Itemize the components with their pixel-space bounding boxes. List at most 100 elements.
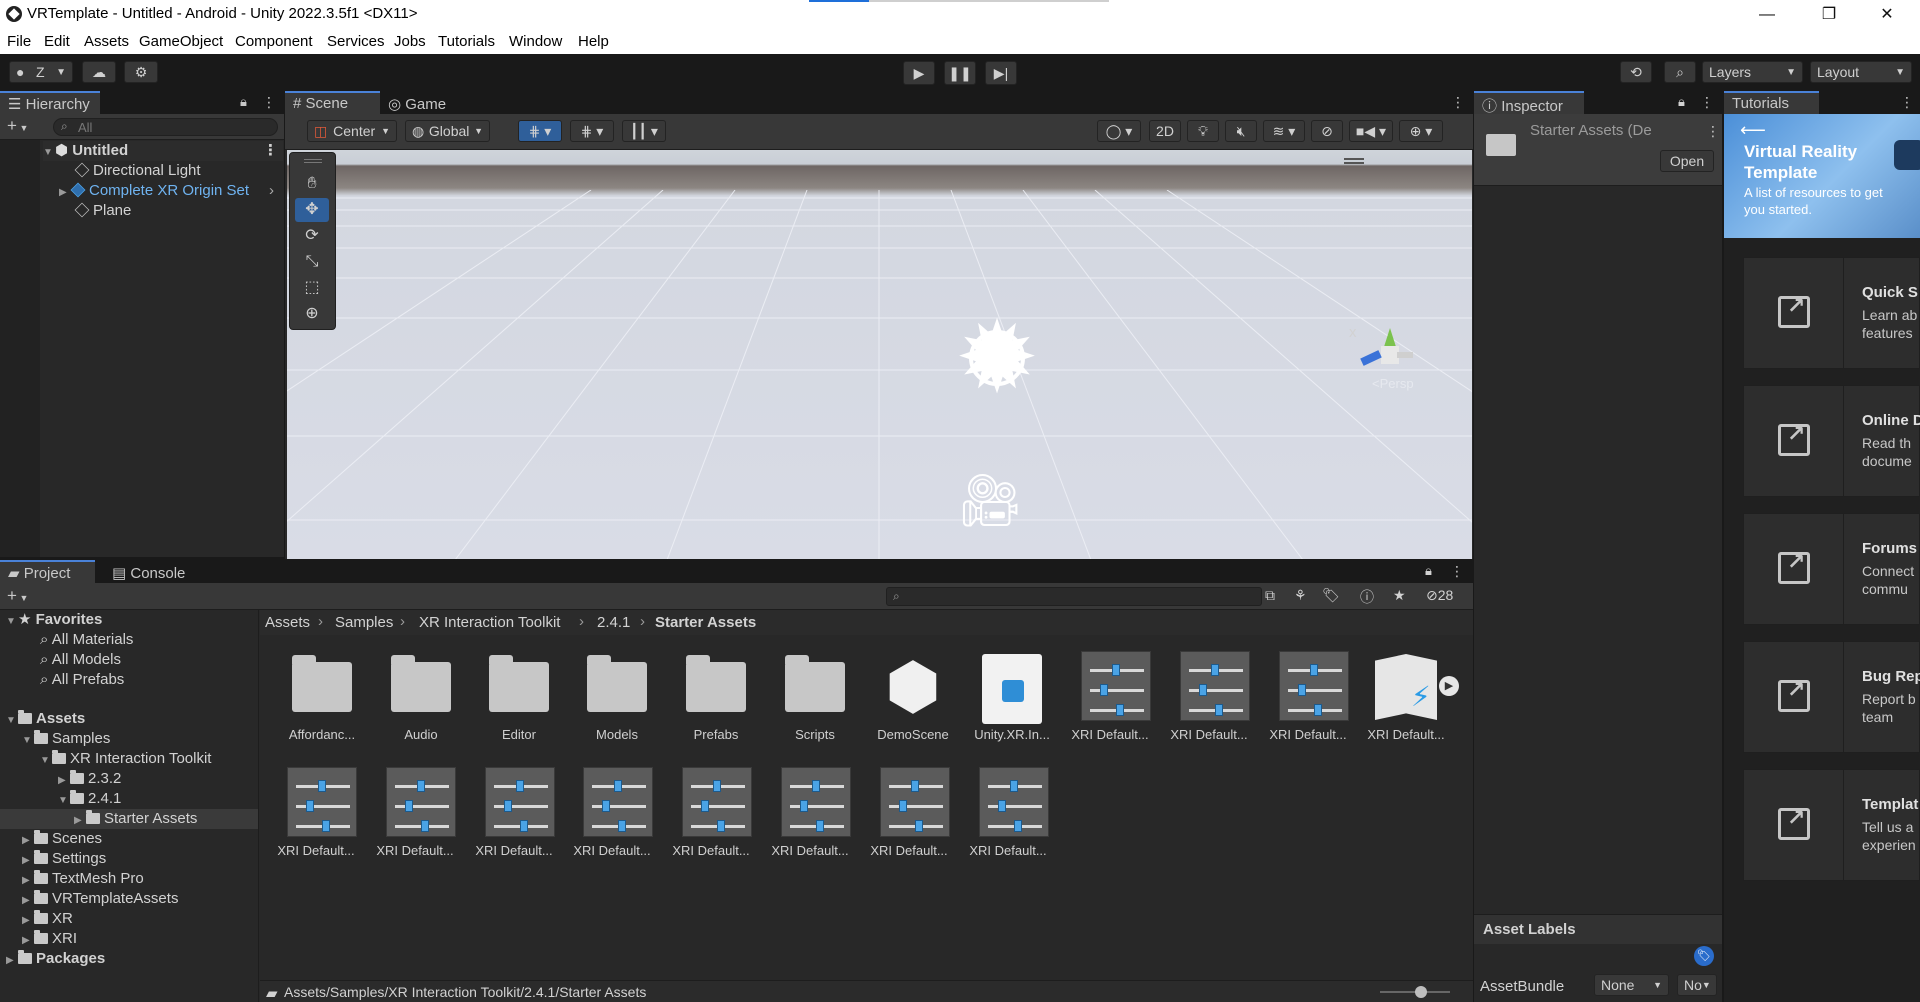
play-button[interactable]: ▶ [903, 61, 935, 85]
tab-inspector[interactable]: ⓘ Inspector [1474, 91, 1584, 115]
asset-xri-default-preset[interactable]: XRI Default... [271, 766, 361, 866]
breadcrumb-item[interactable]: Samples [335, 614, 393, 631]
asset-demoscene[interactable]: ⬢ DemoScene [868, 650, 958, 750]
tab-game[interactable]: ◎ Game [380, 91, 470, 114]
menu-jobs[interactable]: Jobs [394, 33, 426, 50]
folder-textmesh-pro[interactable]: ▶ TextMesh Pro [22, 869, 144, 889]
space-dropdown[interactable]: ◍ Global ▼ [405, 120, 490, 142]
folder-samples[interactable]: ▼ Samples [22, 729, 110, 749]
zoom-slider-handle[interactable] [1415, 986, 1427, 998]
hand-tool-icon[interactable]: ✋︎ [295, 172, 329, 196]
menu-services[interactable]: Services [327, 33, 385, 50]
inspector-header-menu-icon[interactable]: ⋮ [1706, 124, 1720, 140]
search-by-type-icon[interactable]: ⧉ [1265, 587, 1275, 604]
asset-xri-default-preset[interactable]: XRI Default... [567, 766, 657, 866]
camera-button[interactable]: ■◀ ▾ [1349, 120, 1393, 142]
asset-xri-default-preset[interactable]: XRI Default... [963, 766, 1053, 866]
tab-scene[interactable]: # Scene [285, 91, 380, 114]
tutorial-card-quick-start[interactable]: Quick S Learn ab features [1743, 257, 1920, 369]
open-button[interactable]: Open [1660, 150, 1714, 172]
filter-label-icon[interactable]: 🏷︎ [1322, 587, 1340, 604]
toggle-2d-button[interactable]: 2D [1149, 120, 1181, 142]
layers-dropdown[interactable]: Layers ▼ [1702, 61, 1803, 83]
folder-xri[interactable]: ▶ XRI [22, 929, 77, 949]
chevron-right-icon[interactable]: › [269, 181, 274, 201]
effects-button[interactable]: ≋ ▾ [1263, 120, 1305, 142]
folder-xr-interaction-toolkit[interactable]: ▼ XR Interaction Toolkit [40, 749, 211, 769]
expand-asset-arrow-icon[interactable]: ▶ [1439, 676, 1459, 696]
scene-menu-icon[interactable]: ⋮ [263, 141, 278, 161]
asset-folder-prefabs[interactable]: Prefabs [671, 650, 761, 750]
breadcrumb-item[interactable]: 2.4.1 [597, 614, 630, 631]
create-asset-button[interactable]: + ▼ [7, 586, 28, 606]
hierarchy-menu-icon[interactable]: ⋮ [262, 95, 276, 111]
menu-component[interactable]: Component [235, 33, 313, 50]
lock-icon[interactable]: 🔒︎ [1425, 563, 1432, 579]
ruler-button[interactable]: ┃┃ ▾ [622, 120, 666, 142]
scene-root[interactable]: ▼ ⬢ Untitled ⋮ [43, 141, 283, 161]
folder-scenes[interactable]: ▶ Scenes [22, 829, 102, 849]
inspector-menu-icon[interactable]: ⋮ [1700, 95, 1714, 111]
hierarchy-item-directional-light[interactable]: Directional Light [74, 161, 201, 181]
asset-folder-editor[interactable]: Editor [474, 650, 564, 750]
cloud-button[interactable]: ☁ [82, 61, 116, 83]
zoom-slider-track[interactable] [1380, 986, 1450, 998]
asset-bundle-dropdown[interactable]: None ▼ [1594, 974, 1669, 996]
hidden-packages-button[interactable]: ⊘28 [1426, 587, 1453, 604]
folder-2-3-2[interactable]: ▶ 2.3.2 [58, 769, 121, 789]
asset-xri-default-input-actions[interactable]: ⚡︎ ▶ XRI Default... [1361, 650, 1459, 750]
shading-mode-button[interactable]: ◯ ▾ [1097, 120, 1141, 142]
asset-folder-models[interactable]: Models [572, 650, 662, 750]
folder-starter-assets[interactable]: ▶ Starter Assets [0, 809, 258, 829]
asset-xri-default-preset[interactable]: XRI Default... [1263, 650, 1353, 750]
back-arrow-icon[interactable]: ⟵ [1740, 120, 1766, 141]
orientation-gizmo[interactable] [1360, 328, 1413, 374]
folder-2-4-1[interactable]: ▼ 2.4.1 [58, 789, 121, 809]
asset-xri-default-preset[interactable]: XRI Default... [469, 766, 559, 866]
tab-tutorials[interactable]: Tutorials [1724, 91, 1819, 114]
search-button[interactable]: ⌕ [1664, 61, 1696, 83]
tutorials-menu-icon[interactable]: ⋮ [1900, 95, 1914, 111]
menu-tutorials[interactable]: Tutorials [438, 33, 495, 50]
asset-variant-dropdown[interactable]: No ▼ [1677, 974, 1717, 996]
favorite-all-prefabs[interactable]: ⌕ All Prefabs [40, 670, 124, 690]
lock-icon[interactable]: 🔒︎ [240, 94, 247, 110]
minimize-button[interactable]: — [1744, 2, 1790, 28]
menu-assets[interactable]: Assets [84, 33, 129, 50]
tab-console[interactable]: ▤ Console [104, 560, 204, 583]
asset-xri-default-preset[interactable]: XRI Default... [1164, 650, 1254, 750]
project-search-input[interactable]: ⌕ [886, 587, 1262, 606]
asset-folder-affordance[interactable]: Affordanc... [277, 650, 367, 750]
tutorial-card-template-feedback[interactable]: Templat Tell us a experien [1743, 769, 1920, 881]
asset-folder-audio[interactable]: Audio [376, 650, 466, 750]
filter-type-icon[interactable]: ⚘ [1294, 587, 1307, 604]
menu-edit[interactable]: Edit [44, 33, 70, 50]
log-icon[interactable]: ⓘ [1360, 587, 1374, 607]
camera-gizmo-icon[interactable]: 🎥︎ [957, 470, 1027, 530]
hierarchy-item-plane[interactable]: Plane [74, 201, 131, 221]
add-object-button[interactable]: + ▼ [7, 116, 28, 136]
overlay-handle-icon[interactable] [1344, 158, 1364, 164]
asset-xri-default-preset[interactable]: XRI Default... [1065, 650, 1155, 750]
audio-button[interactable]: 🔇︎ [1225, 120, 1257, 142]
asset-xri-default-preset[interactable]: XRI Default... [864, 766, 954, 866]
asset-xri-default-preset[interactable]: XRI Default... [666, 766, 756, 866]
scene-menu-icon[interactable]: ⋮ [1451, 95, 1465, 111]
tutorial-card-forums[interactable]: Forums Connect commu [1743, 513, 1920, 625]
scene-viewport[interactable]: ✹ 🎥︎ x <Persp [287, 150, 1472, 559]
overlay-handle-icon[interactable] [304, 159, 322, 163]
menu-file[interactable]: File [7, 33, 31, 50]
project-menu-icon[interactable]: ⋮ [1450, 564, 1464, 580]
visibility-button[interactable]: ⊘ [1311, 120, 1343, 142]
step-button[interactable]: ▶| [985, 61, 1017, 85]
history-button[interactable]: ⟲ [1620, 61, 1652, 83]
collab-button[interactable]: ⚙ [124, 61, 158, 83]
account-dropdown[interactable]: ● Z ▼ [9, 61, 73, 83]
hierarchy-search-input[interactable]: ⌕ All [53, 118, 278, 136]
pause-button[interactable]: ❚❚ [944, 61, 976, 85]
lighting-button[interactable]: 💡︎ [1187, 120, 1219, 142]
perspective-label[interactable]: <Persp [1372, 376, 1414, 391]
scale-tool-icon[interactable]: ⤡ [295, 250, 329, 274]
favorite-star-icon[interactable]: ★ [1393, 587, 1406, 604]
menu-help[interactable]: Help [578, 33, 609, 50]
